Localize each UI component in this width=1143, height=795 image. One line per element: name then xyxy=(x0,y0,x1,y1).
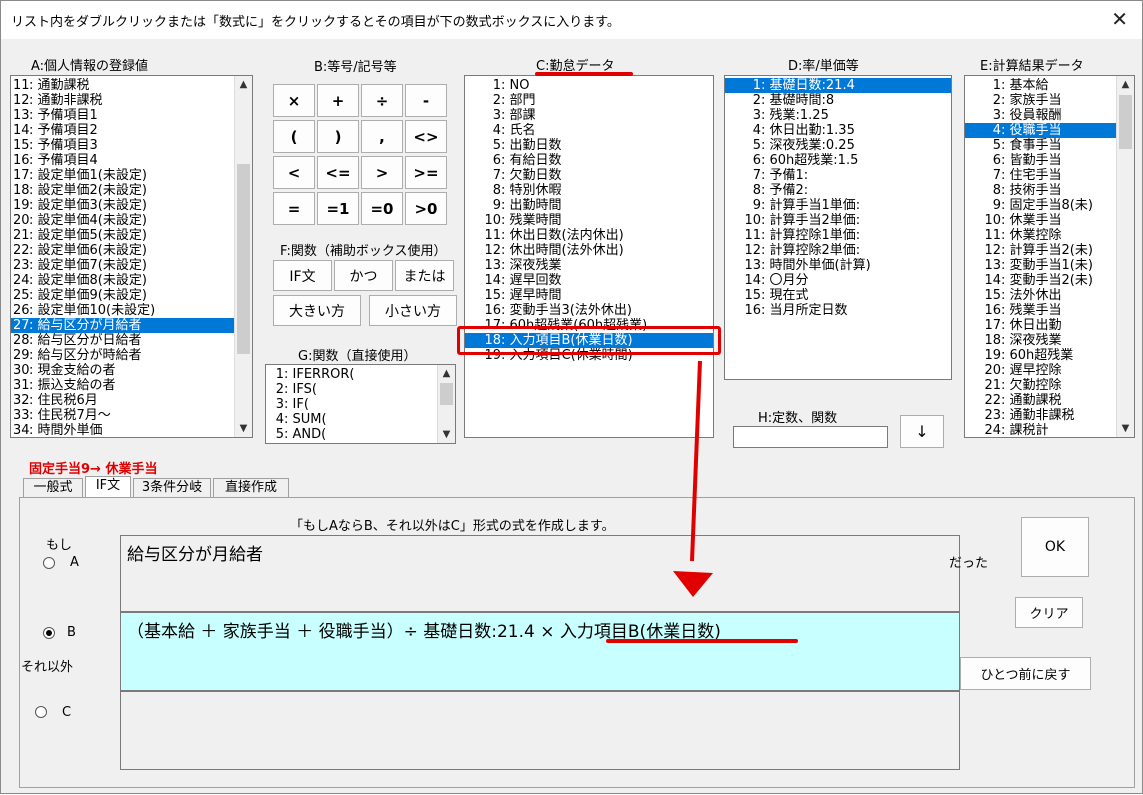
formula-dialog: リスト内をダブルクリックまたは「数式に」をクリックするとその項目が下の数式ボック… xyxy=(0,0,1143,794)
annotation-arrow-overlay xyxy=(673,360,713,597)
annotation-underline-field xyxy=(606,639,798,643)
annotation-arrow-line xyxy=(690,360,702,562)
annotation-arrow-head xyxy=(673,571,713,597)
